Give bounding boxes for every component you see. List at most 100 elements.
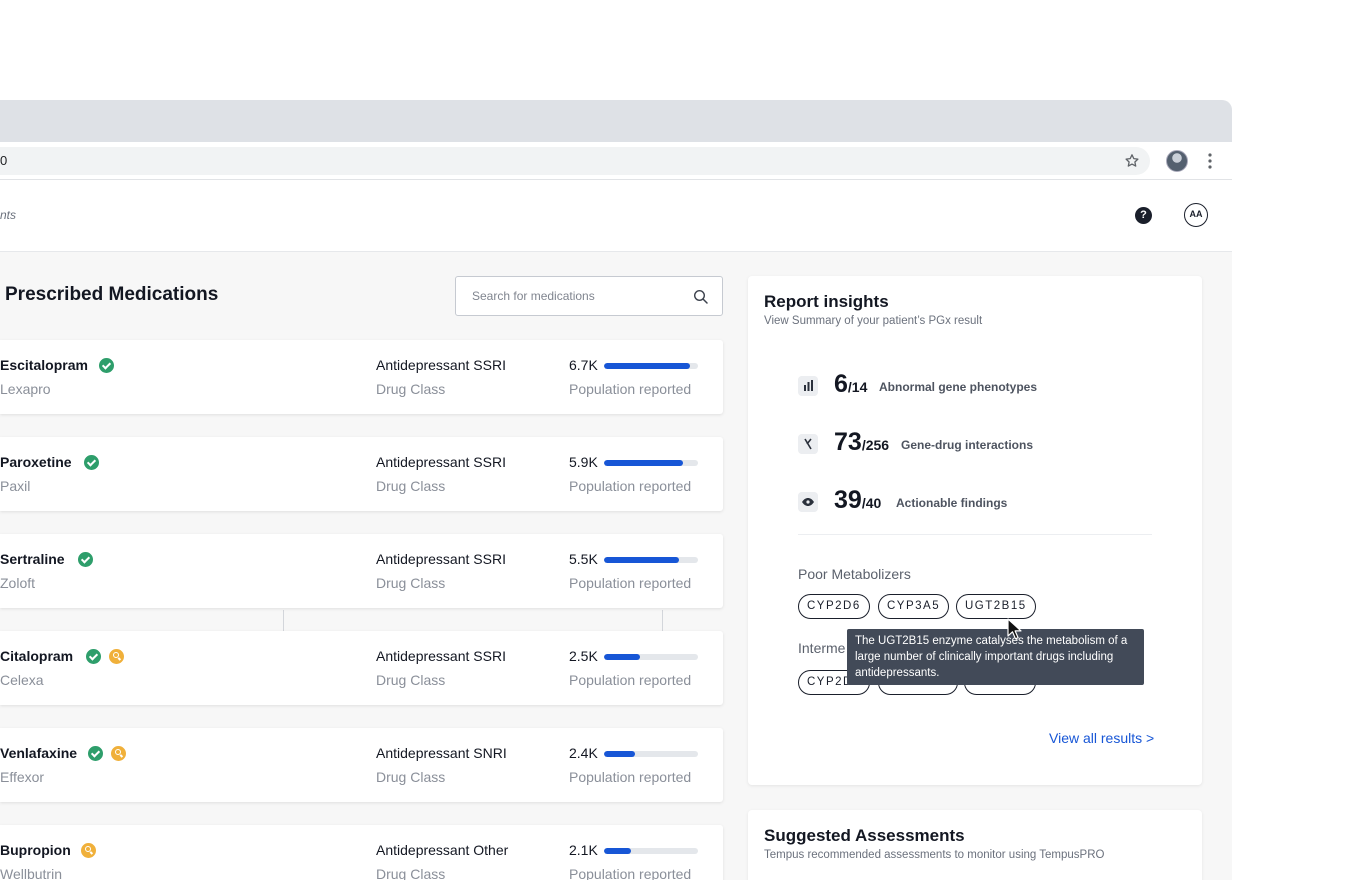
drug-class-label: Drug Class [376, 575, 446, 591]
divider [662, 610, 663, 632]
check-badge-icon[interactable] [99, 358, 114, 373]
population-bar [604, 848, 698, 854]
medication-card[interactable]: Citalopram Celexa Antidepressant SSRI Drug … [0, 631, 723, 705]
drug-class: Antidepressant SSRI [376, 454, 506, 470]
medication-card[interactable]: Bupropion Wellbutrin Antidepressant Other D… [0, 825, 723, 880]
help-icon[interactable]: ? [1135, 207, 1152, 224]
divider [798, 534, 1152, 535]
page-title: Prescribed Medications [5, 284, 219, 305]
user-avatar[interactable]: AA [1184, 203, 1208, 227]
breadcrumb[interactable]: nts [0, 208, 16, 222]
search-badge-icon[interactable] [111, 746, 126, 761]
check-badge-icon[interactable] [78, 552, 93, 567]
badge-group [84, 455, 99, 470]
medication-card[interactable]: Paroxetine Paxil Antidepressant SSRI Drug C… [0, 437, 723, 511]
population-label: Population reported [569, 575, 692, 591]
gene-chip[interactable]: CYP3A5 [878, 594, 950, 619]
medication-card[interactable]: Venlafaxine Effexor Antidepressant SNRI Dru… [0, 728, 723, 802]
population-value: 2.1K [569, 842, 598, 858]
browser-profile-avatar[interactable] [1166, 150, 1188, 172]
badge-group [88, 746, 126, 761]
drug-brand: Wellbutrin [0, 866, 62, 880]
population-bar-fill [604, 363, 690, 369]
population-value: 5.5K [569, 551, 598, 567]
population-label: Population reported [569, 769, 692, 785]
population-label: Population reported [569, 866, 692, 880]
gene-chip[interactable]: CYP2D6 [798, 594, 870, 619]
drug-brand: Lexapro [0, 381, 51, 397]
drug-class: Antidepressant SSRI [376, 357, 506, 373]
population-label: Population reported [569, 381, 692, 397]
url-field[interactable]: 0 [0, 147, 1150, 175]
medication-card[interactable]: Escitalopram Lexapro Antidepressant SSRI Dr… [0, 340, 723, 414]
drug-name: Escitalopram [0, 357, 88, 373]
search-placeholder: Search for medications [472, 289, 595, 303]
bars-icon [798, 376, 818, 396]
drug-name: Sertraline [0, 551, 65, 567]
gene-chip[interactable]: UGT2B15 [956, 594, 1036, 619]
interaction-icon [798, 434, 818, 454]
assessments-subtitle: Tempus recommended assessments to monito… [764, 849, 1105, 861]
address-bar: 0 [0, 142, 1232, 180]
check-badge-icon[interactable] [86, 649, 101, 664]
check-badge-icon[interactable] [84, 455, 99, 470]
drug-brand: Effexor [0, 769, 45, 785]
view-all-results-link[interactable]: View all results > [1049, 730, 1154, 746]
population-bar-fill [604, 848, 632, 854]
drug-name: Paroxetine [0, 454, 72, 470]
suggested-assessments-panel: Suggested Assessments Tempus recommended… [748, 810, 1202, 880]
report-insights-panel: Report insights View Summary of your pat… [748, 276, 1202, 785]
stat-label: Gene-drug interactions [901, 438, 1034, 452]
population-bar [604, 460, 698, 466]
drug-class-label: Drug Class [376, 381, 446, 397]
check-badge-icon[interactable] [88, 746, 103, 761]
gene-tooltip: The UGT2B15 enzyme catalyses the metabol… [847, 629, 1144, 685]
poor-metabolizers-title: Poor Metabolizers [798, 566, 911, 582]
browser-window: 0 nts ? AA Prescribed Medications Search… [0, 100, 1232, 880]
population-value: 2.4K [569, 745, 598, 761]
stat-label: Abnormal gene phenotypes [879, 380, 1038, 394]
drug-class-label: Drug Class [376, 769, 446, 785]
population-bar-fill [604, 751, 636, 757]
population-label: Population reported [569, 478, 692, 494]
search-badge-icon[interactable] [81, 843, 96, 858]
tab-strip [0, 100, 1232, 142]
drug-name: Citalopram [0, 648, 74, 664]
population-bar [604, 557, 698, 563]
drug-brand: Celexa [0, 672, 44, 688]
badge-group [99, 358, 114, 373]
badge-group [86, 649, 124, 664]
population-value: 5.9K [569, 454, 598, 470]
drug-class: Antidepressant SSRI [376, 551, 506, 567]
intermediate-metabolizers-title: Interme [798, 640, 846, 656]
medication-card[interactable]: Sertraline Zoloft Antidepressant SSRI Drug … [0, 534, 723, 608]
stat-value: 6/14 [834, 370, 868, 398]
population-value: 6.7K [569, 357, 598, 373]
drug-name: Bupropion [0, 842, 71, 858]
stat-value: 39/40 [834, 486, 882, 514]
drug-class-label: Drug Class [376, 478, 446, 494]
medication-search-input[interactable]: Search for medications [455, 276, 723, 316]
insights-title: Report insights [764, 292, 889, 311]
stat-label: Actionable findings [896, 496, 1008, 510]
population-bar [604, 751, 698, 757]
assessments-title: Suggested Assessments [764, 826, 965, 845]
population-bar-fill [604, 654, 640, 660]
kebab-menu-icon[interactable] [1205, 152, 1215, 170]
population-bar-fill [604, 557, 680, 563]
eye-icon [798, 492, 818, 512]
population-bar [604, 654, 698, 660]
drug-class: Antidepressant SSRI [376, 648, 506, 664]
badge-group [78, 552, 93, 567]
population-bar [604, 363, 698, 369]
drug-class: Antidepressant Other [376, 842, 509, 858]
star-icon[interactable] [1124, 153, 1140, 169]
search-badge-icon[interactable] [109, 649, 124, 664]
url-text: 0 [0, 153, 8, 168]
drug-class: Antidepressant SNRI [376, 745, 507, 761]
drug-brand: Zoloft [0, 575, 36, 591]
app-header: nts ? AA [0, 180, 1232, 252]
population-bar-fill [604, 460, 683, 466]
population-label: Population reported [569, 672, 692, 688]
search-icon[interactable] [693, 289, 709, 305]
